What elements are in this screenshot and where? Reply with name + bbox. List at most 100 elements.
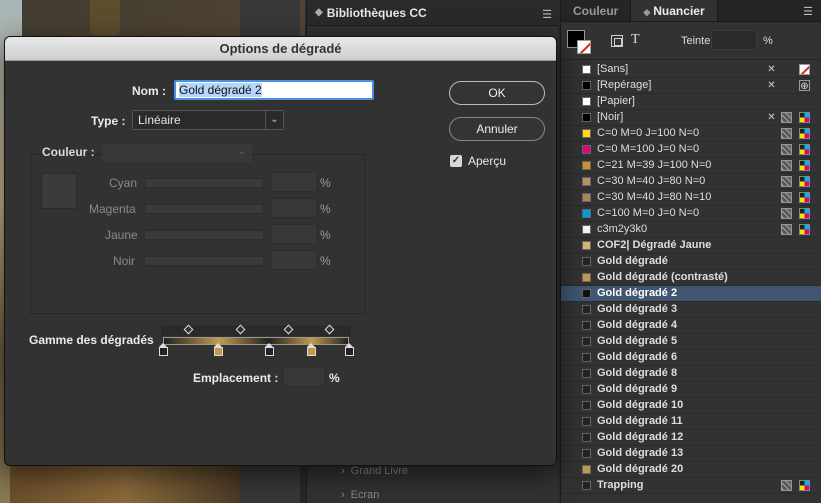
swatch-row[interactable]: Gold dégradé 12 [561,430,821,446]
swatch-row[interactable]: Gold dégradé [561,254,821,270]
swatch-name: c3m2y3k0 [597,223,648,235]
swatch-row[interactable]: Gold dégradé 13 [561,446,821,462]
gradient-stop[interactable] [344,343,354,357]
cc-library-item-ecran[interactable]: › Ecran [341,489,379,501]
swatch-row[interactable]: Gold dégradé 4 [561,318,821,334]
preview-label: Aperçu [468,154,507,168]
stop-color-preview [41,173,77,209]
magenta-slider[interactable] [144,204,264,214]
swatch-row[interactable]: [Papier] [561,94,821,110]
tab-nuancier[interactable]: ◆ Nuancier [630,0,718,21]
swatch-name: C=0 M=100 J=0 N=0 [597,143,700,155]
tab-couleur[interactable]: Couleur [561,0,630,21]
gradient-options-dialog: Options de dégradé Nom : Gold dégradé 2 … [4,36,557,466]
swatch-name: Gold dégradé 9 [597,383,678,395]
jaune-slider[interactable] [144,230,264,240]
gradient-stop[interactable] [158,343,168,357]
process-color-icon [781,144,792,155]
cyan-slider[interactable] [144,178,264,188]
gradient-stop[interactable] [214,343,224,357]
cc-libraries-tab[interactable]: ◆ Bibliothèques CC [315,6,427,20]
swatch-name: [Repérage] [597,79,652,91]
swatch-row[interactable]: c3m2y3k0 [561,222,821,238]
swatch-row[interactable]: Gold dégradé 2 [561,286,821,302]
swatch-name: C=0 M=0 J=100 N=0 [597,127,700,139]
jaune-unit: % [320,228,331,242]
noir-unit: % [320,254,331,268]
hamburger-icon[interactable]: ☰ [542,8,552,21]
swatch-row[interactable]: Gold dégradé 8 [561,366,821,382]
swatch-name: COF2| Dégradé Jaune [597,239,712,251]
preview-checkbox[interactable]: ✓ [450,155,462,167]
swatch-chip [582,321,591,330]
swatch-name: C=30 M=40 J=80 N=0 [597,175,706,187]
swatch-row[interactable]: C=0 M=0 J=100 N=0 [561,126,821,142]
swatch-name: Gold dégradé 20 [597,463,684,475]
stroke-swatch[interactable] [577,40,591,54]
magenta-input[interactable] [271,198,317,218]
swatch-row[interactable]: Gold dégradé 3 [561,302,821,318]
swatch-chip [582,193,591,202]
cancel-button[interactable]: Annuler [449,117,545,141]
text-formatting-icon[interactable]: T [631,32,640,48]
channel-label-cyan: Cyan [109,176,138,190]
swatch-chip [582,481,591,490]
chevron-down-icon: ⌄ [237,146,246,157]
swatch-row[interactable]: COF2| Dégradé Jaune [561,238,821,254]
chevron-right-icon: › [341,465,345,477]
swatch-name: C=100 M=0 J=0 N=0 [597,207,700,219]
swatch-row[interactable]: Gold dégradé 9 [561,382,821,398]
type-select[interactable]: Linéaire ⌄ [132,110,284,130]
swatch-chip [582,257,591,266]
location-input[interactable] [283,367,325,387]
swatch-row[interactable]: Gold dégradé 20 [561,462,821,478]
swatch-row[interactable]: [Sans] ✕ [561,62,821,78]
swatch-row[interactable]: C=30 M=40 J=80 N=10 [561,190,821,206]
swatch-chip [582,241,591,250]
gradient-ramp[interactable] [163,337,349,345]
gradient-stop[interactable] [307,343,317,357]
tint-input[interactable] [711,30,757,50]
swatch-row[interactable]: C=0 M=100 J=0 N=0 [561,142,821,158]
cc-libraries-title: Bibliothèques CC [326,5,427,20]
process-color-icon [781,160,792,171]
name-input-value: Gold dégradé 2 [179,83,262,97]
swatch-chip [582,433,591,442]
hamburger-icon[interactable]: ☰ [803,5,813,18]
cyan-input[interactable] [271,172,317,192]
swatch-row[interactable]: Trapping [561,478,821,494]
swatch-row[interactable]: C=21 M=39 J=100 N=0 [561,158,821,174]
swatch-chip [582,113,591,122]
swatch-row[interactable]: Gold dégradé 10 [561,398,821,414]
swatch-row[interactable]: C=30 M=40 J=80 N=0 [561,174,821,190]
swatch-row[interactable]: [Noir] ✕ [561,110,821,126]
noir-slider[interactable] [144,256,264,266]
swatch-name: [Papier] [597,95,635,107]
swatch-row[interactable]: [Repérage] ✕ ⊕ [561,78,821,94]
cmyk-mode-icon [799,112,810,123]
container-formatting-icon[interactable] [611,35,623,47]
noir-input[interactable] [271,250,317,270]
swatch-chip [582,81,591,90]
cmyk-mode-icon [799,160,810,171]
preview-toggle[interactable]: ✓ Aperçu [450,154,506,168]
name-input[interactable]: Gold dégradé 2 [174,80,374,100]
cc-library-item-grand-livre[interactable]: › Grand Livre [341,465,408,477]
cmyk-mode-icon [799,128,810,139]
gradient-stop[interactable] [264,343,274,357]
swatch-row[interactable]: Gold dégradé 11 [561,414,821,430]
double-chevron-icon[interactable]: ◆ [315,7,323,18]
swatch-row[interactable]: Gold dégradé 6 [561,350,821,366]
swatch-chip [582,369,591,378]
swatch-chip [582,305,591,314]
ok-button[interactable]: OK [449,81,545,105]
swatch-name: Gold dégradé 12 [597,431,684,443]
swatch-chip [582,273,591,282]
swatch-row[interactable]: Gold dégradé (contrasté) [561,270,821,286]
color-type-select[interactable]: ⌄ [102,144,252,162]
swatch-row[interactable]: C=100 M=0 J=0 N=0 [561,206,821,222]
chevron-down-icon: ⌄ [265,111,283,129]
swatch-row[interactable]: Gold dégradé 5 [561,334,821,350]
jaune-input[interactable] [271,224,317,244]
swatch-name: Gold dégradé 6 [597,351,678,363]
